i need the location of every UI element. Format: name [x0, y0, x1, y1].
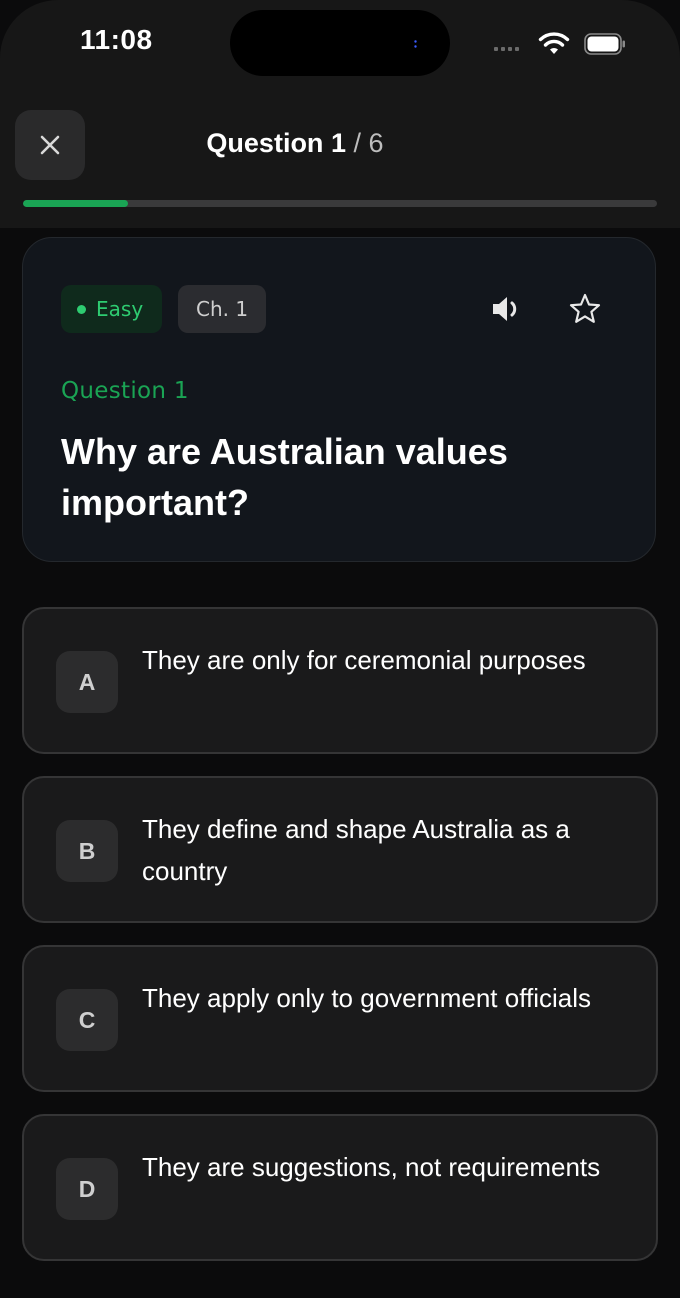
option-text: They define and shape Australia as a cou… [142, 814, 570, 886]
progress-fill [23, 200, 129, 207]
question-label: Question 1 [61, 378, 189, 404]
island-indicator [414, 40, 417, 48]
title-label: Question [206, 128, 324, 158]
option-text: They apply only to government officials [142, 983, 591, 1013]
current-question-number: 1 [330, 128, 346, 158]
option-letter: A [56, 651, 118, 713]
question-text: Why are Australian values important? [61, 431, 508, 523]
option-text: They are suggestions, not requirements [142, 1152, 601, 1182]
speaker-icon[interactable] [491, 294, 525, 324]
answer-option-d[interactable]: D They are suggestions, not requirements [22, 1114, 658, 1261]
battery-icon [584, 33, 625, 55]
status-time: 11:08 [80, 24, 153, 55]
option-letter: C [56, 989, 118, 1051]
signal-icon [494, 47, 519, 51]
question-card: Easy Ch. 1 Question 1 Why are Australian… [22, 237, 656, 562]
option-text: They are only for ceremonial purposes [142, 645, 586, 675]
option-letter: B [56, 820, 118, 882]
quiz-screen: 11:08 Question 1 / 6 Easy Ch. 1 Question… [0, 0, 680, 1298]
option-letter: D [56, 1158, 118, 1220]
dynamic-island [230, 10, 450, 76]
difficulty-badge: Easy [61, 285, 163, 333]
wifi-icon [538, 32, 570, 54]
chapter-badge: Ch. 1 [178, 285, 267, 333]
answer-option-b[interactable]: B They define and shape Australia as a c… [22, 776, 658, 923]
total-questions: 6 [368, 128, 384, 158]
difficulty-dot [77, 304, 86, 314]
answer-option-a[interactable]: A They are only for ceremonial purposes [22, 607, 658, 754]
progress-bar [23, 200, 657, 207]
page-title: Question 1 / 6 [0, 128, 590, 159]
star-icon[interactable] [568, 292, 602, 326]
answer-option-c[interactable]: C They apply only to government official… [22, 945, 658, 1092]
difficulty-label: Easy [96, 297, 144, 321]
title-separator: / [353, 128, 362, 158]
